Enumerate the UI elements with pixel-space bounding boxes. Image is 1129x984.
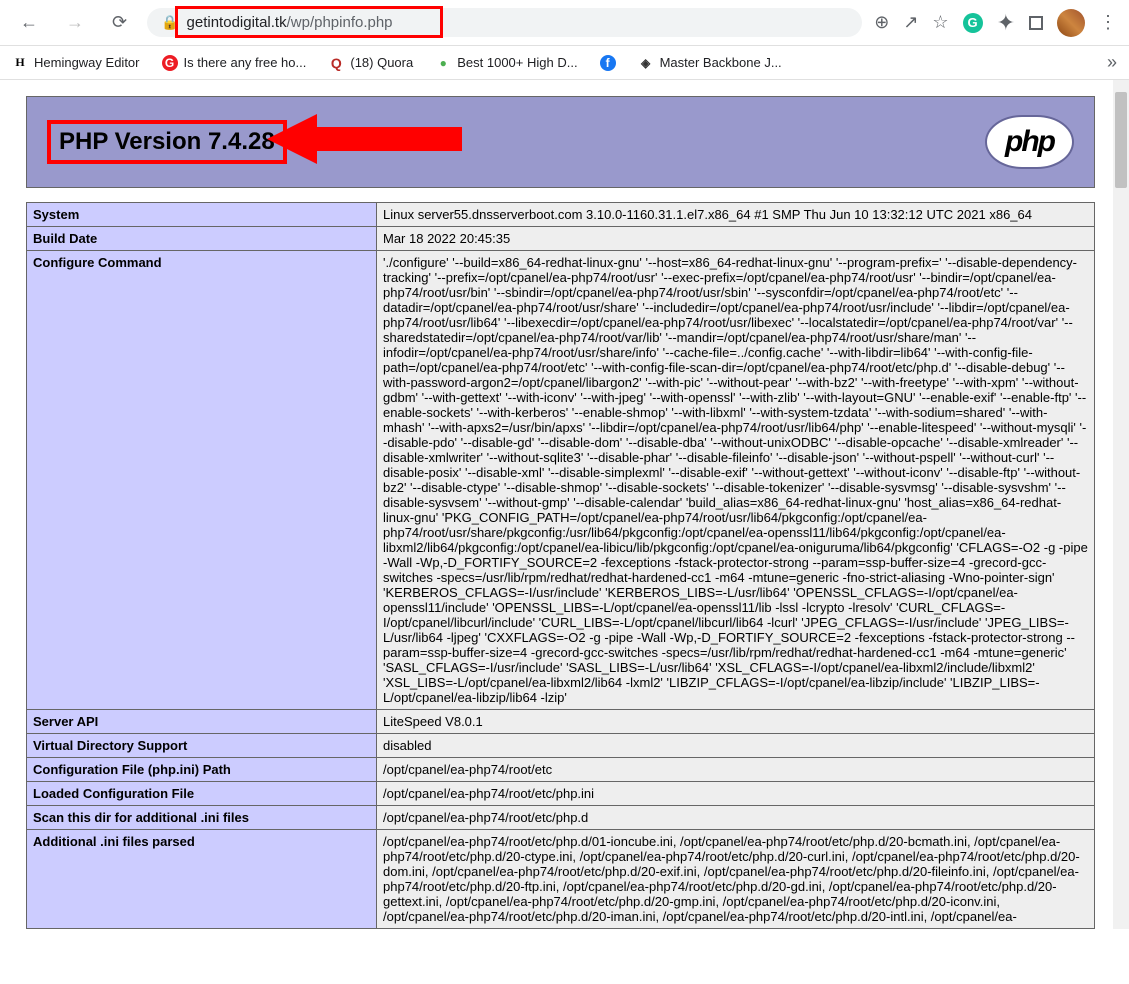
table-value: './configure' '--build=x86_64-redhat-lin… xyxy=(377,251,1095,710)
bookmark-item[interactable]: Q (18) Quora xyxy=(328,55,413,71)
bookmarks-more-icon[interactable]: » xyxy=(1107,52,1117,73)
php-logo: php xyxy=(985,115,1074,169)
share-icon[interactable]: ↗ xyxy=(903,12,918,33)
table-value: disabled xyxy=(377,734,1095,758)
table-key: Server API xyxy=(27,710,377,734)
table-key: Build Date xyxy=(27,227,377,251)
php-version-title: PHP Version 7.4.28 xyxy=(59,128,275,156)
star-icon[interactable]: ☆ xyxy=(932,12,948,33)
bookmark-icon: f xyxy=(600,55,616,71)
phpinfo-table: SystemLinux server55.dnsserverboot.com 3… xyxy=(26,202,1095,929)
zoom-icon[interactable]: ⊕ xyxy=(874,12,889,33)
table-value: Mar 18 2022 20:45:35 xyxy=(377,227,1095,251)
bookmark-label: (18) Quora xyxy=(350,55,413,70)
bookmark-label: Hemingway Editor xyxy=(34,55,140,70)
bookmark-item[interactable]: ◈ Master Backbone J... xyxy=(638,55,782,71)
table-row: Configure Command'./configure' '--build=… xyxy=(27,251,1095,710)
address-bar[interactable]: 🔒 getintodigital.tk/wp/phpinfo.php xyxy=(147,8,862,37)
table-key: Loaded Configuration File xyxy=(27,782,377,806)
bookmark-icon: ● xyxy=(435,55,451,71)
browser-toolbar: ← → ⟳ 🔒 getintodigital.tk/wp/phpinfo.php… xyxy=(0,0,1129,46)
phpinfo-header: PHP Version 7.4.28 php xyxy=(26,96,1095,188)
reload-button[interactable]: ⟳ xyxy=(104,8,135,37)
php-version-highlight: PHP Version 7.4.28 xyxy=(47,120,287,164)
back-button[interactable]: ← xyxy=(12,8,46,37)
table-row: Loaded Configuration File/opt/cpanel/ea-… xyxy=(27,782,1095,806)
table-value: Linux server55.dnsserverboot.com 3.10.0-… xyxy=(377,203,1095,227)
url-host: getintodigital.tk xyxy=(187,14,287,31)
table-value: /opt/cpanel/ea-php74/root/etc/php.ini xyxy=(377,782,1095,806)
bookmark-icon: H xyxy=(12,55,28,71)
lock-icon: 🔒 xyxy=(161,14,178,31)
table-value: /opt/cpanel/ea-php74/root/etc xyxy=(377,758,1095,782)
table-value: LiteSpeed V8.0.1 xyxy=(377,710,1095,734)
table-row: Virtual Directory Supportdisabled xyxy=(27,734,1095,758)
bookmark-icon: Q xyxy=(328,55,344,71)
table-key: Virtual Directory Support xyxy=(27,734,377,758)
bookmark-item[interactable]: G Is there any free ho... xyxy=(162,55,307,71)
reading-list-icon[interactable] xyxy=(1029,16,1043,30)
bookmark-label: Master Backbone J... xyxy=(660,55,782,70)
table-value: /opt/cpanel/ea-php74/root/etc/php.d xyxy=(377,806,1095,830)
table-key: Scan this dir for additional .ini files xyxy=(27,806,377,830)
bookmark-label: Is there any free ho... xyxy=(184,55,307,70)
forward-button[interactable]: → xyxy=(58,8,92,37)
table-key: Additional .ini files parsed xyxy=(27,830,377,929)
php-logo-text: php xyxy=(1005,125,1054,158)
bookmark-label: Best 1000+ High D... xyxy=(457,55,577,70)
bookmark-item[interactable]: H Hemingway Editor xyxy=(12,55,140,71)
table-row: Configuration File (php.ini) Path/opt/cp… xyxy=(27,758,1095,782)
table-value: /opt/cpanel/ea-php74/root/etc/php.d/01-i… xyxy=(377,830,1095,929)
table-key: System xyxy=(27,203,377,227)
table-row: Additional .ini files parsed/opt/cpanel/… xyxy=(27,830,1095,929)
bookmark-item[interactable]: ● Best 1000+ High D... xyxy=(435,55,577,71)
grammarly-icon[interactable]: G xyxy=(963,13,983,33)
table-row: Server APILiteSpeed V8.0.1 xyxy=(27,710,1095,734)
url-text: getintodigital.tk/wp/phpinfo.php xyxy=(187,14,849,31)
url-path: /wp/phpinfo.php xyxy=(287,14,393,31)
bookmark-icon: ◈ xyxy=(638,55,654,71)
table-row: SystemLinux server55.dnsserverboot.com 3… xyxy=(27,203,1095,227)
arrow-annotation xyxy=(267,109,467,174)
bookmarks-bar: H Hemingway Editor G Is there any free ho..… xyxy=(0,46,1129,80)
profile-avatar[interactable] xyxy=(1057,9,1085,37)
extensions-icon[interactable]: ✦ xyxy=(997,10,1015,36)
bookmark-icon: G xyxy=(162,55,178,71)
table-key: Configure Command xyxy=(27,251,377,710)
bookmark-item[interactable]: f xyxy=(600,55,616,71)
toolbar-right: ⊕ ↗ ☆ G ✦ ⋮ xyxy=(874,9,1117,37)
page-content: PHP Version 7.4.28 php SystemLinux serve… xyxy=(0,80,1113,929)
scrollbar-thumb[interactable] xyxy=(1115,92,1127,188)
table-row: Scan this dir for additional .ini files/… xyxy=(27,806,1095,830)
scrollbar[interactable] xyxy=(1113,80,1129,929)
table-row: Build DateMar 18 2022 20:45:35 xyxy=(27,227,1095,251)
table-key: Configuration File (php.ini) Path xyxy=(27,758,377,782)
menu-dots-icon[interactable]: ⋮ xyxy=(1099,12,1117,33)
